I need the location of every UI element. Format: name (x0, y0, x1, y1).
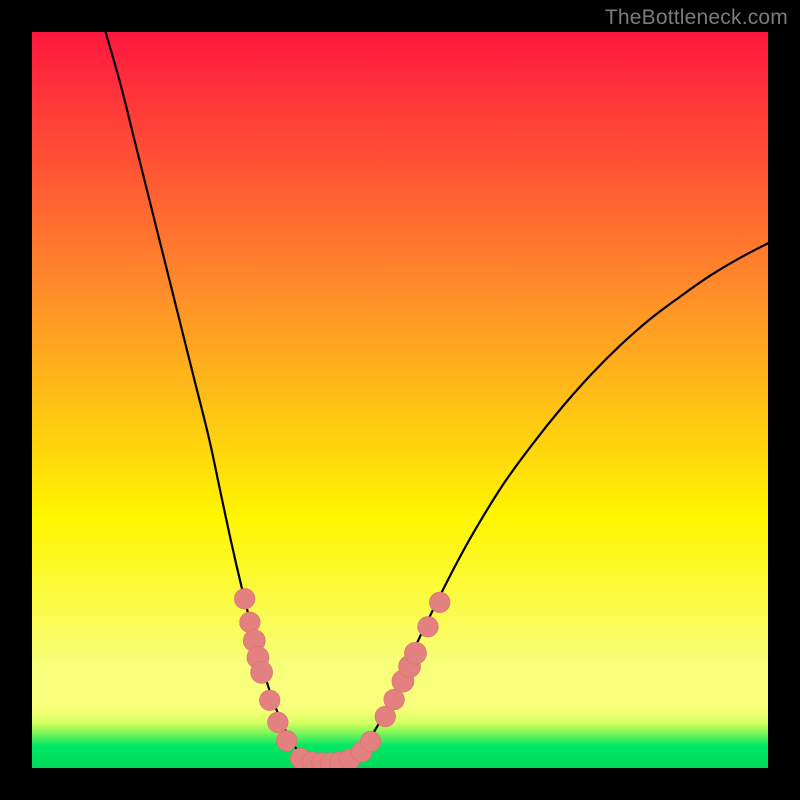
data-marker (240, 612, 261, 633)
data-marker (268, 712, 289, 733)
data-marker (259, 690, 280, 711)
data-marker (234, 588, 255, 609)
plot-area (32, 32, 768, 768)
data-marker (404, 642, 426, 664)
data-marker (276, 730, 297, 751)
gradient-background (32, 32, 768, 768)
data-marker (360, 731, 381, 752)
data-marker (418, 616, 439, 637)
data-marker (251, 661, 273, 683)
chart-frame: TheBottleneck.com (0, 0, 800, 800)
plot-svg (32, 32, 768, 768)
watermark-text: TheBottleneck.com (605, 6, 788, 30)
data-marker (429, 592, 450, 613)
